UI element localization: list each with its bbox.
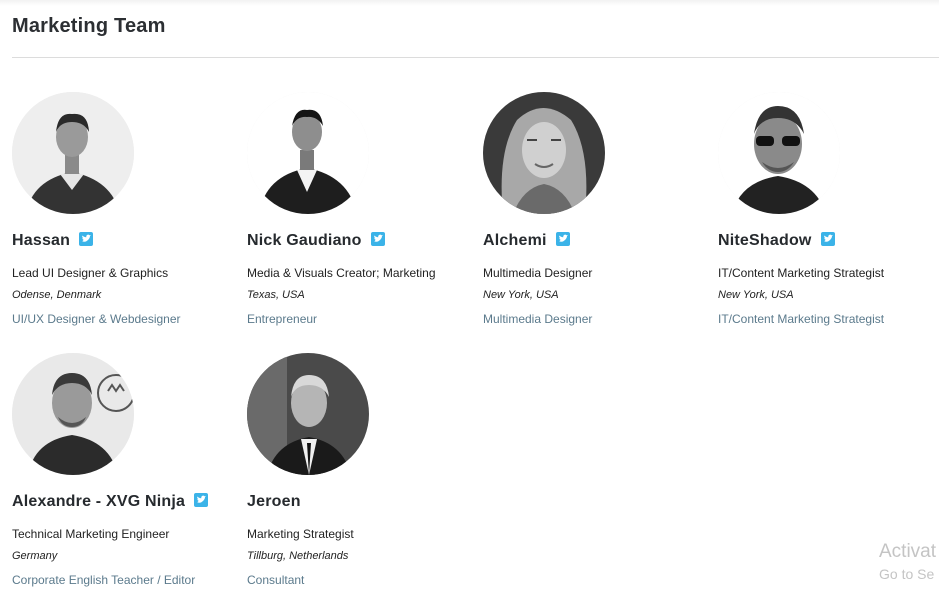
member-name: Alchemi (483, 232, 547, 249)
member-location: Tillburg, Netherlands (247, 550, 349, 562)
member-name: NiteShadow (718, 232, 812, 249)
team-member-card: Hassan Lead UI Designer & Graphics Odens… (12, 92, 237, 332)
member-location: Germany (12, 550, 58, 562)
team-member-card: Jeroen Marketing Strategist Tillburg, Ne… (247, 353, 472, 593)
member-link[interactable]: IT/Content Marketing Strategist (718, 312, 884, 326)
member-link[interactable]: Entrepreneur (247, 312, 317, 326)
member-link[interactable]: Corporate English Teacher / Editor (12, 573, 195, 587)
avatar (12, 92, 134, 214)
avatar (247, 353, 369, 475)
member-link[interactable]: UI/UX Designer & Webdesigner (12, 312, 181, 326)
top-shadow (0, 0, 939, 6)
member-role: Lead UI Designer & Graphics (12, 266, 169, 280)
twitter-icon[interactable] (194, 493, 209, 507)
member-location: Texas, USA (247, 289, 305, 301)
member-location: Odense, Denmark (12, 289, 102, 301)
team-member-card: NiteShadow IT/Content Marketing Strategi… (718, 92, 939, 332)
member-role: Marketing Strategist (247, 527, 354, 541)
member-name: Jeroen (247, 493, 301, 510)
team-member-card: Alexandre - XVG Ninja Technical Marketin… (12, 353, 237, 593)
avatar (247, 92, 369, 214)
member-role: Multimedia Designer (483, 266, 593, 280)
member-link[interactable]: Multimedia Designer (483, 312, 592, 326)
member-link[interactable]: Consultant (247, 573, 304, 587)
section-title: Marketing Team (12, 15, 166, 37)
team-member-card: Nick Gaudiano Media & Visuals Creator; M… (247, 92, 472, 332)
member-name: Alexandre - XVG Ninja (12, 493, 186, 510)
member-role: Technical Marketing Engineer (12, 527, 170, 541)
avatar (12, 353, 134, 475)
member-role: IT/Content Marketing Strategist (718, 266, 885, 280)
twitter-icon[interactable] (370, 232, 385, 246)
activation-watermark: Activat Go to Se (879, 541, 936, 582)
section-divider (12, 57, 939, 58)
watermark-line-1: Activat (879, 541, 937, 562)
member-name: Nick Gaudiano (247, 232, 362, 249)
member-location: New York, USA (483, 289, 559, 301)
team-member-card: Alchemi Multimedia Designer New York, US… (483, 92, 708, 332)
watermark-line-2: Go to Se (879, 566, 935, 582)
member-name: Hassan (12, 232, 71, 249)
twitter-icon[interactable] (555, 232, 570, 246)
avatar (483, 92, 605, 214)
twitter-icon[interactable] (79, 232, 94, 246)
twitter-icon[interactable] (820, 232, 835, 246)
member-role: Media & Visuals Creator; Marketing (247, 266, 436, 280)
avatar (718, 92, 840, 214)
member-location: New York, USA (718, 289, 794, 301)
